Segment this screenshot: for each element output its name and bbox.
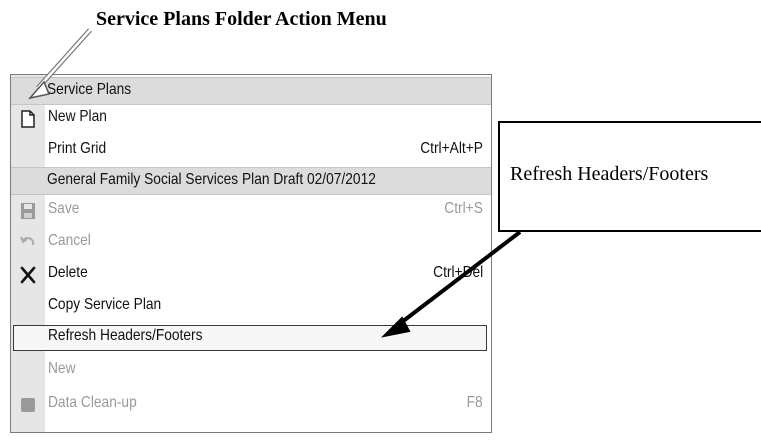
menu-item-label: New	[48, 360, 76, 377]
menu-item-copy-service-plan[interactable]: Copy Service Plan	[11, 293, 491, 321]
menu-section-header-plan-draft: General Family Social Services Plan Draf…	[11, 167, 491, 195]
menu-item-save[interactable]: Save Ctrl+S	[11, 197, 491, 225]
callout-label: Refresh Headers/Footers	[510, 163, 709, 185]
page-title: Service Plans Folder Action Menu	[96, 8, 387, 30]
menu-item-label: Cancel	[48, 232, 91, 249]
menu-item-data-clean-up[interactable]: Data Clean-up F8	[11, 391, 491, 419]
data-cleanup-icon	[21, 398, 35, 412]
delete-x-icon	[20, 266, 36, 284]
menu-item-new-plan[interactable]: New Plan	[11, 105, 491, 133]
new-document-icon	[21, 110, 35, 128]
section-header-label: General Family Social Services Plan Draf…	[47, 171, 376, 188]
menu-item-delete[interactable]: Delete Ctrl+Del	[11, 261, 491, 289]
menu-item-print-grid[interactable]: Print Grid Ctrl+Alt+P	[11, 137, 491, 165]
menu-item-cancel[interactable]: Cancel	[11, 229, 491, 257]
menu-item-label: Copy Service Plan	[48, 296, 162, 313]
menu-item-label: Refresh Headers/Footers	[48, 327, 203, 344]
callout-box: Refresh Headers/Footers	[498, 121, 761, 232]
menu-item-label: Save	[48, 200, 80, 217]
save-icon	[21, 203, 35, 219]
menu-item-label: Data Clean-up	[48, 394, 137, 411]
menu-item-shortcut: Ctrl+Alt+P	[420, 140, 483, 157]
action-menu: Service Plans New Plan Print Grid Ctrl+A…	[10, 74, 492, 433]
menu-item-shortcut: Ctrl+Del	[432, 264, 483, 281]
menu-item-new[interactable]: New	[11, 357, 491, 385]
menu-item-shortcut: F8	[466, 394, 483, 411]
section-header-label: Service Plans	[47, 81, 132, 98]
menu-item-refresh-headers-footers[interactable]: Refresh Headers/Footers	[11, 324, 491, 352]
menu-item-shortcut: Ctrl+S	[444, 200, 483, 217]
menu-item-label: Delete	[48, 264, 88, 281]
menu-section-header-service-plans: Service Plans	[11, 77, 491, 105]
menu-item-label: New Plan	[48, 108, 107, 125]
menu-item-label: Print Grid	[48, 140, 107, 157]
undo-icon	[20, 236, 35, 246]
